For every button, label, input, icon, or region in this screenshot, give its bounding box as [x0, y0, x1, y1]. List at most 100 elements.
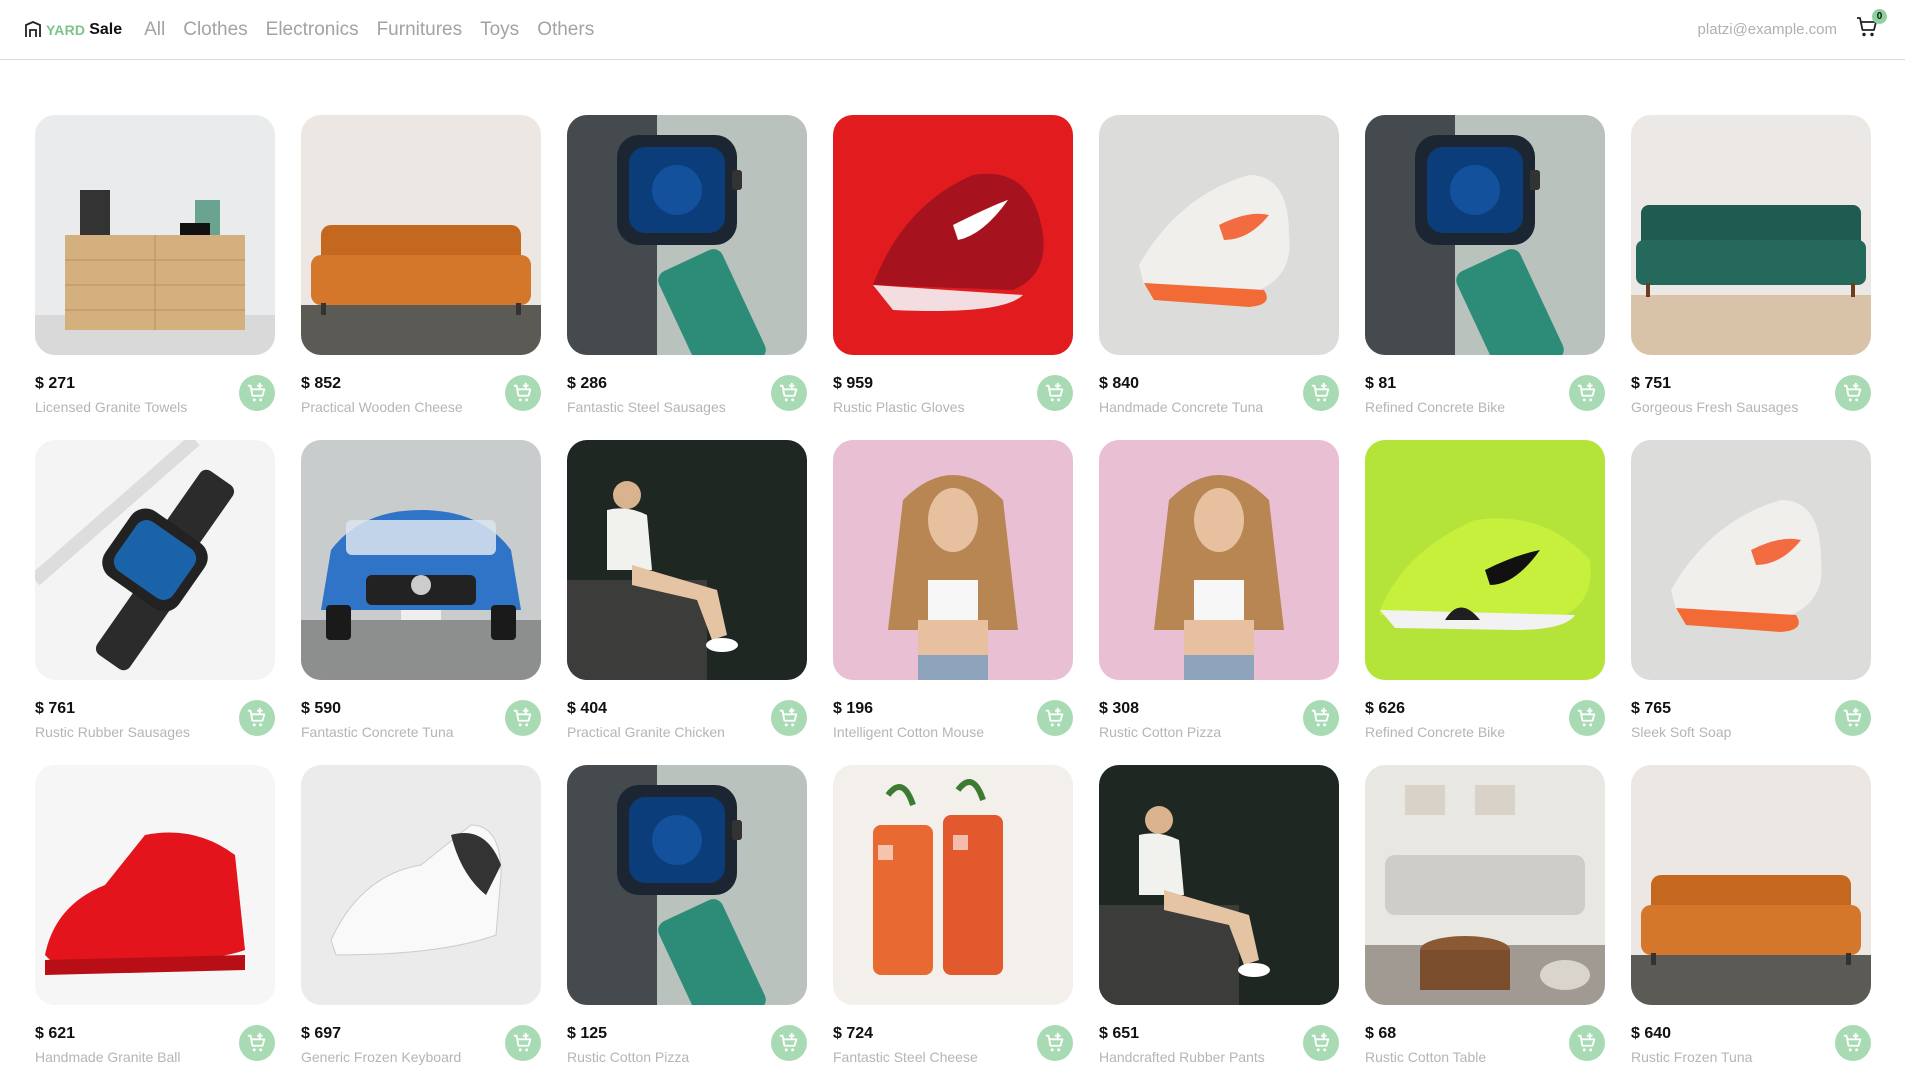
- product-image[interactable]: [1099, 440, 1339, 680]
- product-card[interactable]: $ 626 Refined Concrete Bike: [1365, 440, 1605, 740]
- product-image[interactable]: [1631, 115, 1871, 355]
- brand-logo[interactable]: YARD Sale: [24, 21, 122, 39]
- product-text: $ 125 Rustic Cotton Pizza: [567, 1025, 689, 1065]
- add-to-cart-button[interactable]: [1037, 700, 1073, 736]
- add-to-cart-button[interactable]: [1835, 1025, 1871, 1061]
- product-card[interactable]: $ 286 Fantastic Steel Sausages: [567, 115, 807, 415]
- product-title: Practical Wooden Cheese: [301, 399, 463, 415]
- product-image[interactable]: [567, 440, 807, 680]
- product-price: $ 640: [1631, 1025, 1672, 1042]
- nav-all[interactable]: All: [144, 19, 165, 41]
- add-to-cart-icon: [1577, 707, 1596, 727]
- add-to-cart-icon: [1045, 1032, 1064, 1052]
- product-title: Handmade Concrete Tuna: [1099, 399, 1264, 415]
- product-image[interactable]: [833, 765, 1073, 1005]
- product-image[interactable]: [567, 765, 807, 1005]
- add-to-cart-button[interactable]: [1037, 375, 1073, 411]
- add-to-cart-icon: [1045, 707, 1064, 727]
- product-price: $ 761: [35, 700, 76, 717]
- product-image[interactable]: [1365, 440, 1605, 680]
- product-price: $ 697: [301, 1025, 342, 1042]
- add-to-cart-button[interactable]: [1835, 375, 1871, 411]
- product-card[interactable]: $ 761 Rustic Rubber Sausages: [35, 440, 275, 740]
- nav-toys[interactable]: Toys: [480, 19, 519, 41]
- product-title: Generic Frozen Keyboard: [301, 1049, 462, 1065]
- product-image[interactable]: [567, 115, 807, 355]
- product-image[interactable]: [1631, 765, 1871, 1005]
- add-to-cart-button[interactable]: [1569, 1025, 1605, 1061]
- add-to-cart-button[interactable]: [771, 1025, 807, 1061]
- product-image[interactable]: [35, 115, 275, 355]
- product-image[interactable]: [833, 115, 1073, 355]
- product-info: $ 751 Gorgeous Fresh Sausages: [1631, 375, 1871, 415]
- product-price: $ 751: [1631, 375, 1672, 392]
- product-card[interactable]: $ 68 Rustic Cotton Table: [1365, 765, 1605, 1065]
- add-to-cart-button[interactable]: [505, 375, 541, 411]
- product-card[interactable]: $ 308 Rustic Cotton Pizza: [1099, 440, 1339, 740]
- product-card[interactable]: $ 959 Rustic Plastic Gloves: [833, 115, 1073, 415]
- product-image[interactable]: [1099, 765, 1339, 1005]
- nav-clothes[interactable]: Clothes: [183, 19, 247, 41]
- product-image[interactable]: [35, 765, 275, 1005]
- product-image[interactable]: [35, 440, 275, 680]
- product-image[interactable]: [1631, 440, 1871, 680]
- nav-furnitures[interactable]: Furnitures: [377, 19, 463, 41]
- product-card[interactable]: $ 621 Handmade Granite Ball: [35, 765, 275, 1065]
- add-to-cart-button[interactable]: [1835, 700, 1871, 736]
- cart-button[interactable]: 0: [1853, 8, 1887, 44]
- product-card[interactable]: $ 125 Rustic Cotton Pizza: [567, 765, 807, 1065]
- product-title: Refined Concrete Bike: [1365, 399, 1506, 415]
- product-image[interactable]: [833, 440, 1073, 680]
- add-to-cart-icon: [1577, 382, 1596, 402]
- product-image[interactable]: [1099, 115, 1339, 355]
- product-info: $ 640 Rustic Frozen Tuna: [1631, 1025, 1871, 1065]
- product-card[interactable]: $ 404 Practical Granite Chicken: [567, 440, 807, 740]
- product-card[interactable]: $ 196 Intelligent Cotton Mouse: [833, 440, 1073, 740]
- product-card[interactable]: $ 765 Sleek Soft Soap: [1631, 440, 1871, 740]
- product-image[interactable]: [301, 765, 541, 1005]
- add-to-cart-button[interactable]: [239, 375, 275, 411]
- add-to-cart-button[interactable]: [771, 700, 807, 736]
- add-to-cart-icon: [1843, 382, 1862, 402]
- product-info: $ 590 Fantastic Concrete Tuna: [301, 700, 541, 740]
- add-to-cart-button[interactable]: [1303, 375, 1339, 411]
- product-card[interactable]: $ 852 Practical Wooden Cheese: [301, 115, 541, 415]
- product-card[interactable]: $ 697 Generic Frozen Keyboard: [301, 765, 541, 1065]
- product-image[interactable]: [1365, 765, 1605, 1005]
- nav-right: platzi@example.com 0: [1698, 8, 1887, 44]
- add-to-cart-button[interactable]: [1569, 700, 1605, 736]
- store-icon: [24, 20, 42, 39]
- product-price: $ 271: [35, 375, 76, 392]
- product-image[interactable]: [1365, 115, 1605, 355]
- product-card[interactable]: $ 751 Gorgeous Fresh Sausages: [1631, 115, 1871, 415]
- product-card[interactable]: $ 724 Fantastic Steel Cheese: [833, 765, 1073, 1065]
- add-to-cart-icon: [779, 707, 798, 727]
- product-title: Fantastic Concrete Tuna: [301, 724, 454, 740]
- add-to-cart-button[interactable]: [1303, 700, 1339, 736]
- add-to-cart-button[interactable]: [1569, 375, 1605, 411]
- product-info: $ 271 Licensed Granite Towels: [35, 375, 275, 415]
- product-card[interactable]: $ 640 Rustic Frozen Tuna: [1631, 765, 1871, 1065]
- product-info: $ 651 Handcrafted Rubber Pants: [1099, 1025, 1339, 1065]
- product-card[interactable]: $ 590 Fantastic Concrete Tuna: [301, 440, 541, 740]
- product-card[interactable]: $ 81 Refined Concrete Bike: [1365, 115, 1605, 415]
- nav-others[interactable]: Others: [537, 19, 594, 41]
- product-image[interactable]: [301, 115, 541, 355]
- product-text: $ 626 Refined Concrete Bike: [1365, 700, 1505, 740]
- product-text: $ 308 Rustic Cotton Pizza: [1099, 700, 1221, 740]
- add-to-cart-button[interactable]: [505, 700, 541, 736]
- product-card[interactable]: $ 271 Licensed Granite Towels: [35, 115, 275, 415]
- add-to-cart-button[interactable]: [771, 375, 807, 411]
- product-card[interactable]: $ 840 Handmade Concrete Tuna: [1099, 115, 1339, 415]
- nav-electronics[interactable]: Electronics: [266, 19, 359, 41]
- add-to-cart-button[interactable]: [505, 1025, 541, 1061]
- add-to-cart-button[interactable]: [239, 1025, 275, 1061]
- product-title: Refined Concrete Bike: [1365, 724, 1506, 740]
- add-to-cart-button[interactable]: [1037, 1025, 1073, 1061]
- product-image[interactable]: [301, 440, 541, 680]
- add-to-cart-button[interactable]: [1303, 1025, 1339, 1061]
- user-email[interactable]: platzi@example.com: [1698, 21, 1837, 38]
- add-to-cart-button[interactable]: [239, 700, 275, 736]
- product-card[interactable]: $ 651 Handcrafted Rubber Pants: [1099, 765, 1339, 1065]
- product-info: $ 724 Fantastic Steel Cheese: [833, 1025, 1073, 1065]
